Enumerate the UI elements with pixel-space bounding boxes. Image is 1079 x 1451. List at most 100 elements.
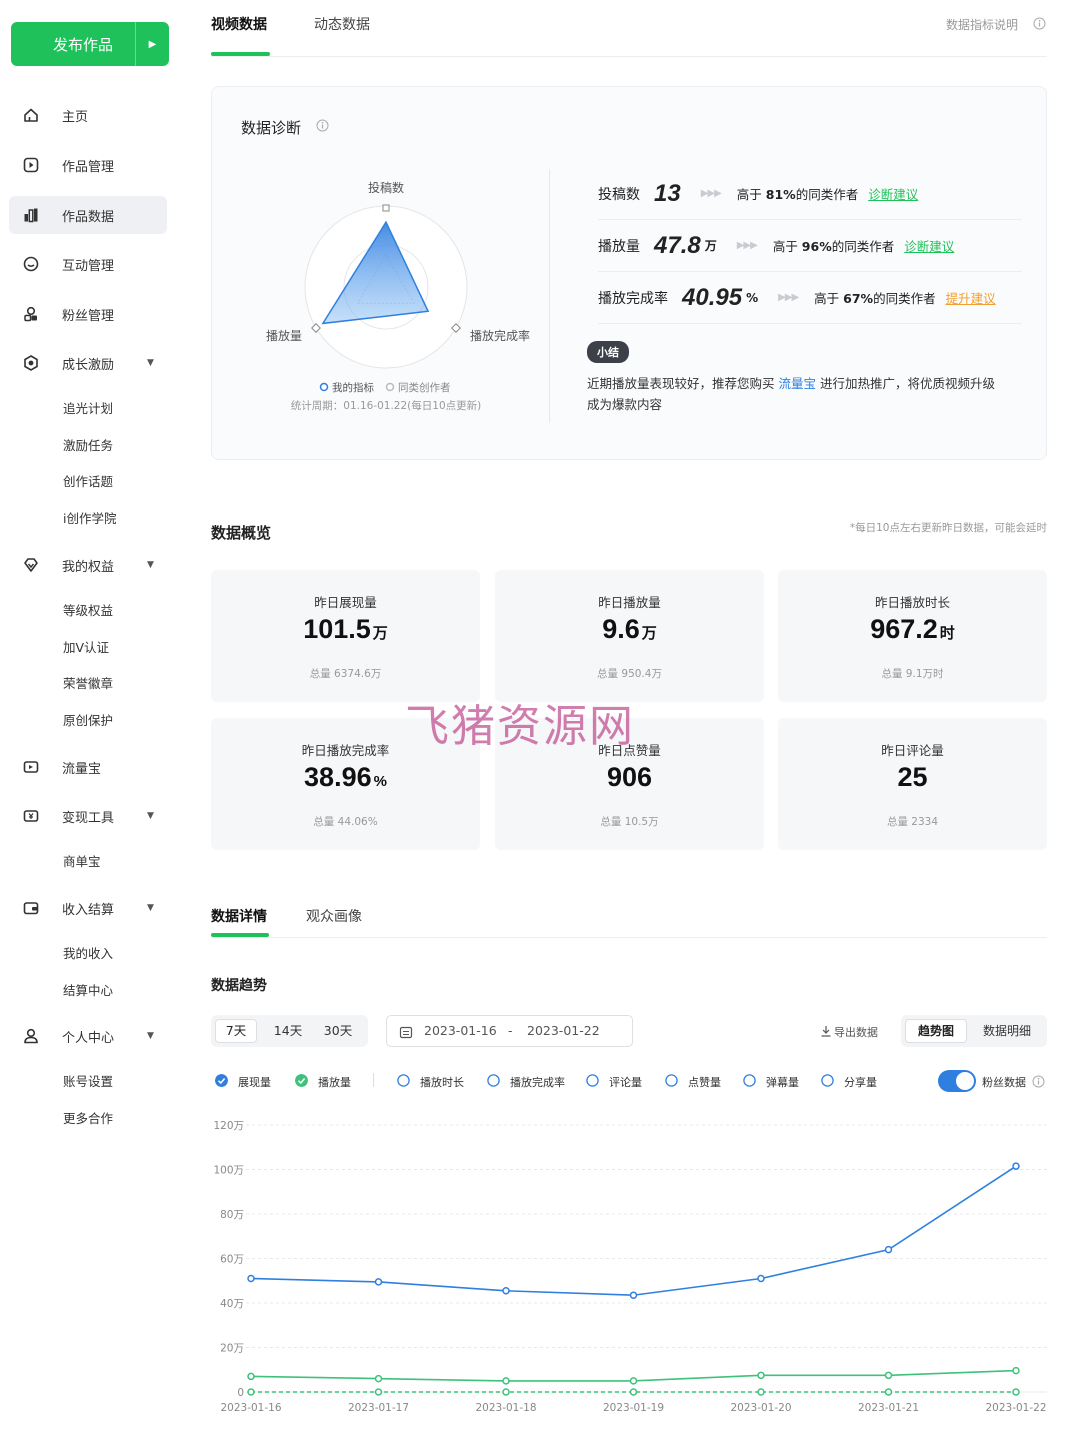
chevron-down-icon[interactable]: ▼ — [147, 1031, 154, 1041]
tab-dynamic-data[interactable]: 动态数据 — [314, 14, 370, 34]
sidebar-subitem-monetize-0[interactable]: 商单宝 — [63, 851, 101, 870]
metric-label[interactable]: 评论量 — [609, 1074, 642, 1090]
fans-data-toggle[interactable] — [938, 1070, 976, 1092]
sidebar-item-works-management[interactable]: 作品管理 — [9, 146, 167, 184]
series-point[interactable] — [884, 1371, 893, 1380]
checkbox-unchecked-icon[interactable] — [487, 1074, 500, 1087]
tab-data-details[interactable]: 数据详情 — [211, 906, 267, 926]
diagnosis-card: 数据诊断 投稿数 播放量 播放完成率 我的指标 同类创作者 统计周期：01.16… — [211, 86, 1047, 460]
sidebar-subitem-personal-1[interactable]: 更多合作 — [63, 1108, 113, 1127]
sidebar-subitem-personal-0[interactable]: 账号设置 — [63, 1071, 113, 1090]
sidebar-subitem-rights-1[interactable]: 加V认证 — [63, 637, 109, 656]
overview-card-value: 967.2 — [870, 614, 938, 644]
series-point[interactable] — [502, 1287, 510, 1295]
series-point[interactable] — [502, 1388, 510, 1396]
tab-audience-profile[interactable]: 观众画像 — [306, 906, 362, 926]
series-point[interactable] — [884, 1245, 893, 1254]
sidebar-item-income-settlement[interactable]: 收入结算 ▼ — [9, 889, 167, 927]
sidebar-item-monetization-tools[interactable]: 变现工具 ▼ — [9, 797, 167, 835]
date-range-picker[interactable]: 2023-01-16 - 2023-01-22 — [386, 1015, 633, 1047]
diagnosis-advice-link[interactable]: 诊断建议 — [868, 184, 918, 203]
metric-label[interactable]: 播放量 — [318, 1074, 351, 1090]
info-icon[interactable] — [1032, 1075, 1045, 1088]
series-point[interactable] — [374, 1278, 383, 1286]
chevron-down-icon[interactable]: ▼ — [147, 358, 154, 368]
series-point[interactable] — [1012, 1162, 1020, 1170]
sidebar-subitem-growth-3[interactable]: i创作学院 — [63, 508, 116, 527]
metrics-help-link[interactable]: 数据指标说明 — [946, 16, 1018, 33]
info-icon[interactable] — [1033, 17, 1046, 30]
diagnosis-advice-link[interactable]: 诊断建议 — [904, 236, 954, 255]
series-point[interactable] — [884, 1388, 893, 1396]
diagnosis-advice-link[interactable]: 提升建议 — [946, 288, 996, 307]
sidebar-subitem-growth-1[interactable]: 激励任务 — [63, 435, 113, 454]
chevron-down-icon[interactable]: ▼ — [147, 811, 154, 821]
series-point[interactable] — [1012, 1388, 1020, 1396]
sidebar-item-home[interactable]: 主页 — [9, 96, 167, 134]
series-point[interactable] — [757, 1388, 765, 1396]
series-point[interactable] — [757, 1371, 765, 1380]
range-7-days[interactable]: 7天 — [215, 1019, 257, 1043]
checkbox-unchecked-icon[interactable] — [743, 1074, 756, 1087]
series-point[interactable] — [757, 1274, 765, 1283]
checkbox-unchecked-icon[interactable] — [586, 1074, 599, 1087]
x-tick-label: 2023-01-18 — [475, 1402, 536, 1414]
series-point[interactable] — [247, 1372, 255, 1381]
sidebar-subitem-rights-3[interactable]: 原创保护 — [63, 710, 113, 729]
sidebar-item-label: 粉丝管理 — [62, 308, 115, 324]
view-trend[interactable]: 趋势图 — [905, 1019, 967, 1043]
metric-label[interactable]: 播放时长 — [420, 1074, 464, 1090]
x-tick-label: 2023-01-17 — [348, 1402, 409, 1414]
series-point[interactable] — [247, 1274, 255, 1283]
sidebar-item-my-rights[interactable]: 我的权益 ▼ — [9, 546, 167, 584]
sidebar-subitem-income-1[interactable]: 结算中心 — [63, 980, 113, 999]
sidebar-item-traffic-treasure[interactable]: 流量宝 — [9, 748, 167, 786]
overview-card-value-wrap: 906 — [495, 762, 764, 793]
checkbox-checked-icon[interactable] — [295, 1074, 308, 1087]
checkbox-unchecked-icon[interactable] — [397, 1074, 410, 1087]
sidebar-subitem-income-0[interactable]: 我的收入 — [63, 943, 113, 962]
sidebar-subitem-growth-0[interactable]: 追光计划 — [63, 398, 113, 417]
summary-link[interactable]: 流量宝 — [778, 376, 816, 391]
info-icon[interactable] — [316, 119, 329, 132]
series-point[interactable] — [247, 1388, 255, 1396]
checkbox-checked-icon[interactable] — [215, 1074, 228, 1087]
checkbox-unchecked-icon[interactable] — [665, 1074, 678, 1087]
series-point[interactable] — [629, 1377, 638, 1385]
sidebar-item-growth-incentives[interactable]: 成长激励 ▼ — [9, 344, 167, 382]
checkbox-unchecked-icon[interactable] — [821, 1074, 834, 1087]
sidebar-subitem-rights-2[interactable]: 荣誉徽章 — [63, 673, 113, 692]
series-point[interactable] — [502, 1377, 510, 1385]
chevron-down-icon[interactable]: ▼ — [147, 903, 154, 913]
calendar-icon — [399, 1026, 413, 1039]
sidebar-subitem-growth-2[interactable]: 创作话题 — [63, 471, 113, 490]
range-14-days[interactable]: 14天 — [267, 1019, 309, 1043]
export-data-button[interactable]: 导出数据 — [834, 1024, 878, 1040]
metric-label[interactable]: 分享量 — [844, 1074, 877, 1090]
metric-label[interactable]: 展现量 — [238, 1074, 271, 1090]
publish-button[interactable]: 发布作品 ▶ — [11, 22, 169, 66]
overview-card: 昨日评论量 25 总量 2334 — [778, 718, 1047, 850]
series-point[interactable] — [374, 1388, 383, 1396]
compare-suffix: 的同类作者 — [873, 291, 936, 306]
tab-video-data[interactable]: 视频数据 — [211, 14, 267, 34]
summary-post: 进行加热推广，将优质视频升级 — [816, 376, 995, 391]
sidebar-subitem-rights-0[interactable]: 等级权益 — [63, 600, 113, 619]
sidebar-item-works-data[interactable]: 作品数据 — [9, 196, 167, 234]
summary-text: 近期播放量表现较好，推荐您购买 流量宝 进行加热推广，将优质视频升级 成为爆款内… — [587, 373, 1017, 415]
metric-label[interactable]: 播放完成率 — [510, 1074, 565, 1090]
series-point[interactable] — [374, 1374, 383, 1383]
download-icon[interactable] — [820, 1025, 832, 1037]
series-point[interactable] — [1012, 1366, 1020, 1375]
play-arrow-icon[interactable]: ▶ — [135, 22, 169, 66]
chevron-down-icon[interactable]: ▼ — [147, 560, 154, 570]
series-point[interactable] — [629, 1388, 638, 1396]
metric-label[interactable]: 弹幕量 — [766, 1074, 799, 1090]
sidebar-item-fans-management[interactable]: 粉丝管理 — [9, 295, 167, 333]
series-point[interactable] — [629, 1291, 638, 1299]
metric-label[interactable]: 点赞量 — [688, 1074, 721, 1090]
sidebar-item-personal-center[interactable]: 个人中心 ▼ — [9, 1017, 167, 1055]
view-detail[interactable]: 数据明细 — [973, 1019, 1041, 1043]
sidebar-item-interaction-management[interactable]: 互动管理 — [9, 245, 167, 283]
range-30-days[interactable]: 30天 — [317, 1019, 359, 1043]
